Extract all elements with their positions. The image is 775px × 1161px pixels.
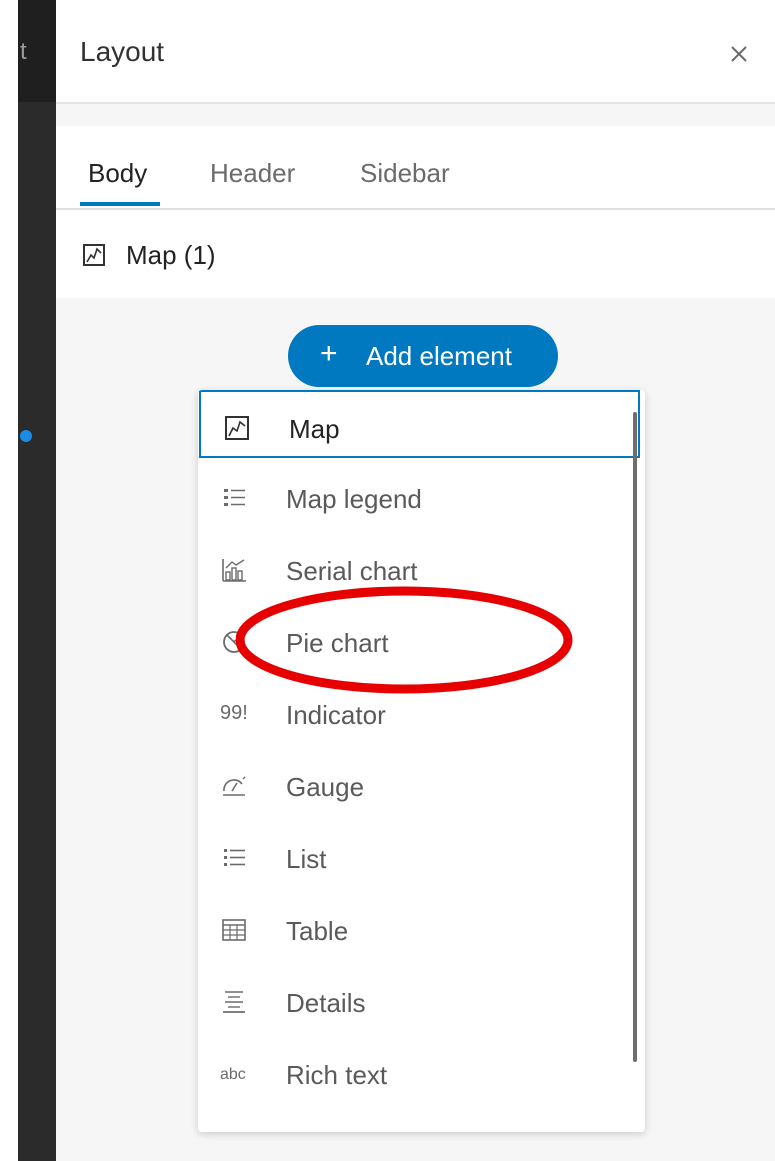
menu-item-label: Pie chart — [286, 628, 389, 658]
add-element-button[interactable]: + Add element — [288, 325, 558, 387]
menu-item-label: List — [286, 844, 327, 874]
menu-scrollbar[interactable] — [633, 412, 637, 1062]
menu-item-label: Table — [286, 916, 349, 946]
map-icon — [225, 416, 249, 440]
menu-item-pie-chart[interactable]: Pie chart — [198, 606, 645, 678]
header-gap — [56, 104, 775, 126]
status-dot[interactable] — [20, 430, 32, 442]
menu-item-label: Gauge — [286, 772, 365, 802]
left-sidebar-strip: t — [0, 0, 56, 1161]
menu-item-table[interactable]: Table — [198, 894, 645, 966]
strip-edge — [0, 0, 18, 1161]
indicator-glyph: 99! — [220, 702, 248, 724]
legend-icon — [224, 489, 245, 506]
menu-item-label: Map legend — [286, 484, 422, 514]
layout-element-map[interactable]: Map (1) — [56, 210, 775, 298]
panel-title: Layout — [80, 36, 165, 67]
menu-item-partial[interactable] — [198, 1110, 645, 1132]
menu-item-label: Indicator — [286, 700, 386, 730]
add-element-label: Add element — [366, 341, 512, 371]
menu-item-label: Rich text — [286, 1060, 388, 1090]
rich-text-icon: abc — [220, 1060, 248, 1088]
pie-chart-icon — [223, 631, 245, 653]
menu-item-rich-text[interactable]: abc Rich text — [198, 1038, 645, 1110]
layout-element-label: Map (1) — [126, 240, 216, 270]
menu-item-list[interactable]: List — [198, 822, 645, 894]
table-icon — [222, 919, 246, 941]
menu-item-indicator[interactable]: 99! Indicator — [198, 678, 645, 750]
menu-item-details[interactable]: Details — [198, 966, 645, 1038]
menu-item-map-legend[interactable]: Map legend — [198, 462, 645, 534]
indicator-icon: 99! — [220, 700, 248, 728]
panel-header: Layout — [56, 0, 775, 104]
menu-item-map[interactable]: Map — [199, 390, 640, 458]
menu-item-serial-chart[interactable]: Serial chart — [198, 534, 645, 606]
menu-item-label: Details — [286, 988, 366, 1018]
list-icon — [224, 849, 245, 866]
tab-bar: Body Header Sidebar — [56, 126, 775, 210]
map-icon — [83, 244, 105, 266]
serial-chart-icon — [222, 559, 246, 582]
rich-text-glyph: abc — [220, 1066, 246, 1083]
add-element-menu: Map Map legend Serial chart Pie chart 99… — [198, 390, 645, 1132]
layout-panel: Layout Body Header Sidebar Map (1) + Add… — [56, 0, 775, 1161]
truncated-label: t — [20, 38, 27, 65]
menu-item-gauge[interactable]: Gauge — [198, 750, 645, 822]
close-icon[interactable] — [723, 38, 755, 70]
menu-item-label: Map — [289, 414, 340, 444]
details-icon — [223, 991, 245, 1013]
active-tab-indicator — [80, 202, 160, 206]
menu-item-label: Serial chart — [286, 556, 418, 586]
gauge-icon — [223, 776, 246, 796]
tab-header[interactable]: Header — [210, 158, 295, 189]
tab-body[interactable]: Body — [88, 158, 147, 189]
plus-icon: + — [320, 337, 338, 370]
tab-sidebar[interactable]: Sidebar — [360, 158, 450, 189]
